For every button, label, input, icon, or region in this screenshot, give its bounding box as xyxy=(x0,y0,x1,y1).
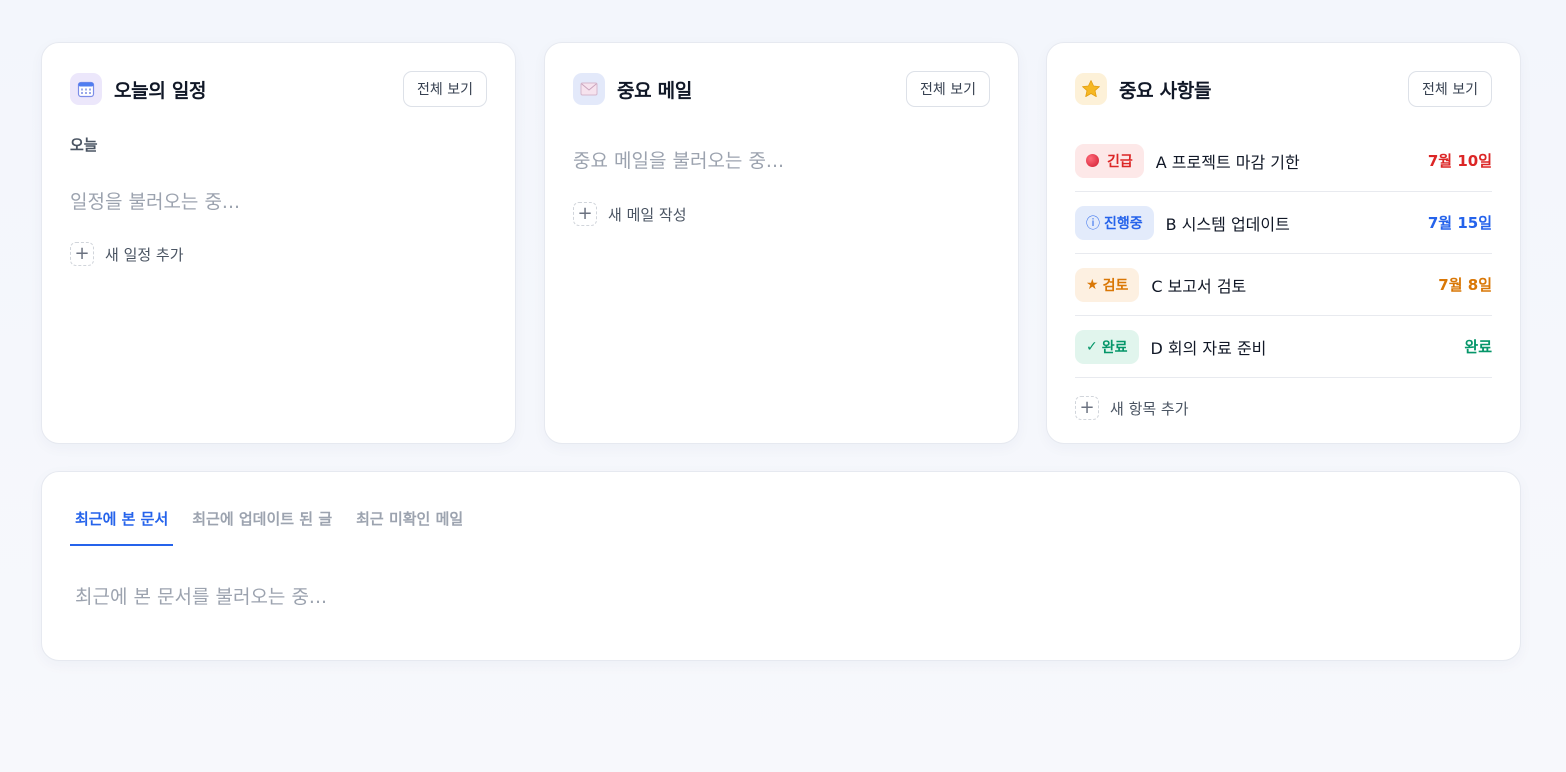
mail-view-all-button[interactable]: 전체 보기 xyxy=(906,71,990,107)
status-badge-label: 검토 xyxy=(1102,277,1129,294)
add-item-button[interactable]: + 새 항목 추가 xyxy=(1075,396,1189,420)
status-badge: ⓘ 진행중 xyxy=(1075,205,1154,240)
mail-loading-text: 중요 메일을 불러오는 중... xyxy=(573,150,785,172)
urgent-dot-icon xyxy=(1086,154,1099,167)
compose-mail-button[interactable]: + 새 메일 작성 xyxy=(573,202,687,226)
item-title: C 보고서 검토 xyxy=(1151,276,1247,296)
item-title: B 시스템 업데이트 xyxy=(1165,214,1290,234)
tab-recent-documents[interactable]: 최근에 본 문서 xyxy=(70,502,174,546)
important-item[interactable]: 긴급 A 프로젝트 마감 기한 7월 10일 xyxy=(1075,130,1492,192)
calendar-icon xyxy=(70,73,102,105)
recent-tabs: 최근에 본 문서 최근에 업데이트 된 글 최근 미확인 메일 xyxy=(70,502,468,546)
important-header: 중요 사항들 전체 보기 xyxy=(1075,71,1492,107)
tab-recent-updates[interactable]: 최근에 업데이트 된 글 xyxy=(187,502,337,546)
mail-header: 중요 메일 전체 보기 xyxy=(573,71,990,107)
plus-icon: + xyxy=(1075,396,1099,420)
schedule-title: 오늘의 일정 xyxy=(114,79,207,102)
important-item[interactable]: ★ 검토 C 보고서 검토 7월 8일 xyxy=(1075,254,1492,316)
important-item[interactable]: ✓ 완료 D 회의 자료 준비 완료 xyxy=(1075,316,1492,378)
status-badge: ★ 검토 xyxy=(1075,267,1140,302)
item-date: 완료 xyxy=(1464,338,1492,356)
recent-loading-text: 최근에 본 문서를 불러오는 중... xyxy=(75,586,328,608)
important-item[interactable]: ⓘ 진행중 B 시스템 업데이트 7월 15일 xyxy=(1075,192,1492,254)
important-title: 중요 사항들 xyxy=(1119,79,1212,102)
mail-card: 중요 메일 전체 보기 중요 메일을 불러오는 중... + 새 메일 작성 xyxy=(544,42,1019,444)
schedule-view-all-button[interactable]: 전체 보기 xyxy=(403,71,487,107)
recent-card: 최근에 본 문서 최근에 업데이트 된 글 최근 미확인 메일 최근에 본 문서… xyxy=(41,471,1521,661)
plus-icon: + xyxy=(70,242,94,266)
star-icon xyxy=(1075,73,1107,105)
add-schedule-button[interactable]: + 새 일정 추가 xyxy=(70,242,184,266)
mail-icon xyxy=(573,73,605,105)
plus-icon: + xyxy=(573,202,597,226)
item-date: 7월 8일 xyxy=(1438,276,1492,294)
schedule-card: 오늘의 일정 전체 보기 오늘 일정을 불러오는 중... + 새 일정 추가 xyxy=(41,42,516,444)
item-title: A 프로젝트 마감 기한 xyxy=(1155,152,1300,172)
important-card: 중요 사항들 전체 보기 긴급 A 프로젝트 마감 기한 7월 10일 ⓘ 진행… xyxy=(1046,42,1521,444)
check-icon: ✓ xyxy=(1086,338,1098,355)
tab-unread-mail[interactable]: 최근 미확인 메일 xyxy=(351,502,468,546)
schedule-loading-text: 일정을 불러오는 중... xyxy=(70,191,241,213)
status-badge-label: 진행중 xyxy=(1104,215,1143,232)
status-badge-label: 긴급 xyxy=(1107,153,1133,170)
item-date: 7월 10일 xyxy=(1427,152,1492,170)
add-item-label: 새 항목 추가 xyxy=(1110,399,1189,418)
important-view-all-button[interactable]: 전체 보기 xyxy=(1408,71,1492,107)
item-date: 7월 15일 xyxy=(1427,214,1492,232)
schedule-header: 오늘의 일정 전체 보기 xyxy=(70,71,487,107)
info-icon: ⓘ xyxy=(1086,215,1100,232)
status-badge: 긴급 xyxy=(1075,143,1144,178)
today-label: 오늘 xyxy=(70,136,98,154)
status-badge-label: 완료 xyxy=(1101,339,1128,356)
item-title: D 회의 자료 준비 xyxy=(1150,338,1267,358)
status-badge: ✓ 완료 xyxy=(1075,329,1139,364)
add-schedule-label: 새 일정 추가 xyxy=(105,245,184,264)
compose-mail-label: 새 메일 작성 xyxy=(608,205,687,224)
star-small-icon: ★ xyxy=(1086,276,1099,293)
mail-title: 중요 메일 xyxy=(617,79,693,102)
